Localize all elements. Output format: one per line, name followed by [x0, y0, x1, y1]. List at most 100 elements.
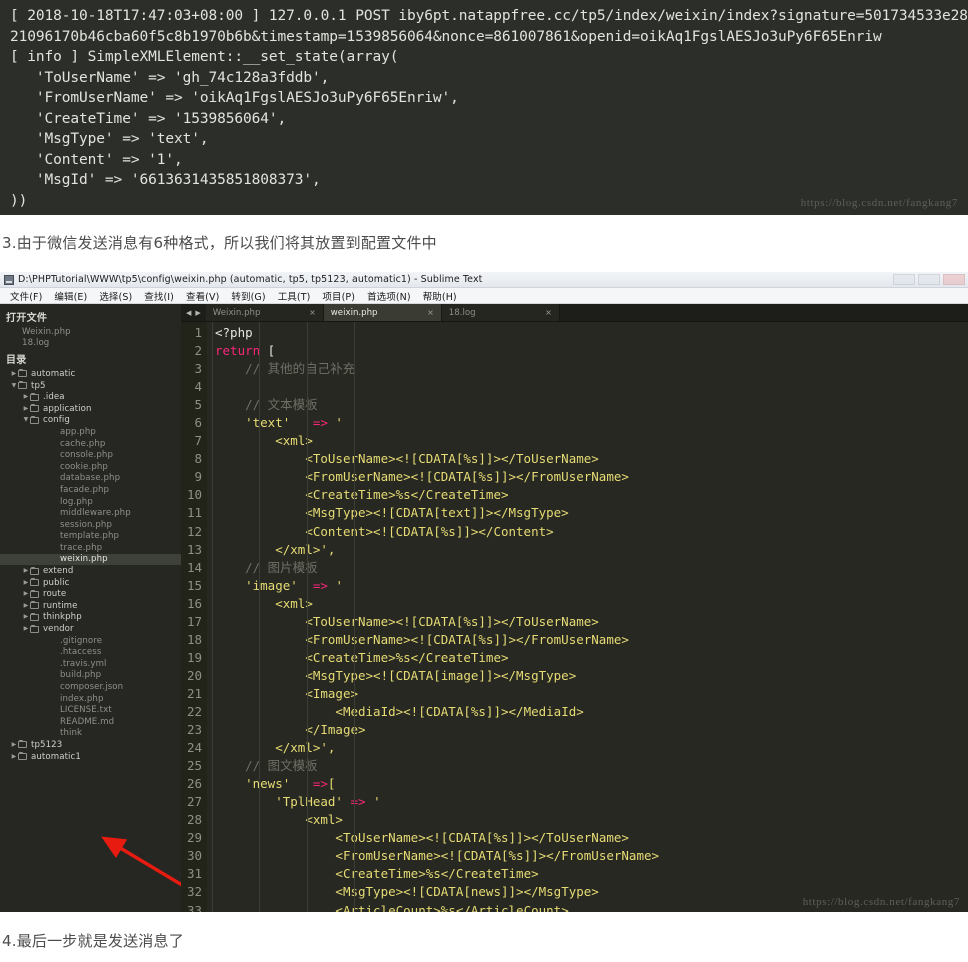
code-line: <CreateTime>%s</CreateTime> — [305, 487, 509, 503]
menu-edit[interactable]: 编辑(E) — [48, 289, 93, 303]
tree-folder[interactable]: ▶ runtime — [0, 600, 181, 612]
chevron-right-icon[interactable]: ▶ — [22, 579, 30, 586]
tree-folder[interactable]: ▶ .idea — [0, 391, 181, 403]
tree-file[interactable]: composer.json — [0, 681, 181, 693]
open-file-item[interactable]: Weixin.php — [0, 326, 181, 338]
tree-file[interactable]: .travis.yml — [0, 658, 181, 670]
tree-folder[interactable]: ▶ route — [0, 588, 181, 600]
console-log-screenshot: [ 2018-10-18T17:47:03+08:00 ] 127.0.0.1 … — [0, 0, 968, 215]
code-line: 'TplHead' => ' — [275, 794, 381, 810]
tree-file[interactable]: README.md — [0, 716, 181, 728]
chevron-right-icon[interactable]: ▶ — [10, 741, 18, 748]
chevron-right-icon[interactable]: ▶ — [22, 591, 30, 597]
tree-file[interactable]: console.php — [0, 449, 181, 461]
tree-folder[interactable]: ▶ vendor — [0, 623, 181, 635]
tree-file[interactable]: .gitignore — [0, 635, 181, 647]
tree-file[interactable]: .htaccess — [0, 646, 181, 658]
chevron-right-icon[interactable]: ▶ — [22, 614, 30, 620]
code-line: </xml>', — [275, 740, 336, 756]
maximize-button[interactable] — [918, 274, 940, 285]
tree-file[interactable]: database.php — [0, 473, 181, 485]
tree-folder[interactable]: ▶ tp5123 — [0, 739, 181, 751]
tree-file[interactable]: template.php — [0, 531, 181, 543]
line-number: 24 — [186, 740, 202, 756]
tree-folder[interactable]: ▶ thinkphp — [0, 612, 181, 624]
tab-close-icon[interactable]: × — [309, 308, 316, 317]
tree-folder[interactable]: ▼ config — [0, 415, 181, 427]
folder-icon — [30, 601, 39, 610]
tab-close-icon[interactable]: × — [427, 308, 434, 317]
tree-folder[interactable]: ▶ application — [0, 403, 181, 415]
menu-view[interactable]: 查看(V) — [180, 289, 225, 303]
tree-folder[interactable]: ▶ automatic — [0, 368, 181, 380]
chevron-down-icon[interactable]: ▼ — [22, 417, 30, 423]
tree-file[interactable]: weixin.php — [0, 553, 181, 566]
chevron-right-icon[interactable]: ▶ — [22, 626, 30, 632]
tree-item-label: facade.php — [60, 484, 110, 495]
code-line: <FromUserName><![CDATA[%s]]></FromUserNa… — [335, 848, 660, 864]
menu-help[interactable]: 帮助(H) — [417, 289, 463, 303]
tree-file[interactable]: LICENSE.txt — [0, 704, 181, 716]
folder-tree[interactable]: ▶ automatic ▼ tp5 ▶ .idea ▶ application ▼ config a… — [0, 368, 181, 762]
tree-file[interactable]: trace.php — [0, 542, 181, 554]
tab-weixin-php-upper[interactable]: Weixin.php × — [205, 304, 324, 321]
tab-18-log[interactable]: 18.log × — [441, 304, 560, 321]
tree-file[interactable]: cookie.php — [0, 461, 181, 473]
tab-weixin-php[interactable]: weixin.php × — [323, 304, 442, 321]
line-number: 22 — [186, 703, 202, 719]
code-content[interactable]: <?php return [ // 其他的自己补充 // 文本模板 'text' … — [207, 322, 968, 912]
tree-file[interactable]: facade.php — [0, 484, 181, 496]
tree-file[interactable]: cache.php — [0, 438, 181, 450]
tree-file[interactable]: session.php — [0, 519, 181, 531]
code-area[interactable]: 1 2 3 4 5 6 7 8 9 10 11 12 13 14 15 16 17 18 19 20 21 22 23 24 2… — [181, 322, 968, 912]
menu-selection[interactable]: 选择(S) — [93, 289, 138, 303]
chevron-right-icon[interactable]: ▶ — [10, 753, 18, 760]
tree-file[interactable]: app.php — [0, 426, 181, 438]
menu-goto[interactable]: 转到(G) — [225, 289, 271, 303]
tab-close-icon[interactable]: × — [545, 308, 552, 317]
chevron-right-icon[interactable]: ▶ — [10, 370, 18, 377]
line-number: 21 — [186, 685, 202, 701]
folder-icon — [30, 578, 39, 587]
indent-guide — [259, 322, 260, 912]
tree-folder[interactable]: ▶ public — [0, 577, 181, 589]
editor-pane[interactable]: ◀ ▶ Weixin.php × weixin.php × 18.log × 1… — [181, 304, 968, 912]
menu-file[interactable]: 文件(F) — [4, 289, 48, 303]
code-line: <MsgType><![CDATA[image]]></MsgType> — [305, 667, 577, 683]
indent-guide — [306, 322, 308, 912]
tree-item-label: thinkphp — [43, 612, 82, 623]
editor-tabbar[interactable]: ◀ ▶ Weixin.php × weixin.php × 18.log × — [181, 304, 968, 322]
menubar[interactable]: 文件(F) 编辑(E) 选择(S) 查找(I) 查看(V) 转到(G) 工具(T… — [0, 288, 968, 304]
chevron-right-icon[interactable]: ▶ — [22, 602, 30, 609]
chevron-right-icon[interactable]: ▶ — [22, 405, 30, 412]
tree-folder[interactable]: ▶ automatic1 — [0, 751, 181, 763]
tree-file[interactable]: build.php — [0, 670, 181, 682]
folder-icon — [30, 566, 39, 575]
chevron-down-icon[interactable]: ▼ — [10, 382, 18, 389]
tab-prev-icon[interactable]: ◀ — [186, 309, 191, 317]
open-file-item[interactable]: 18.log — [0, 338, 181, 350]
chevron-right-icon[interactable]: ▶ — [22, 394, 30, 400]
tree-item-label: config — [43, 415, 70, 426]
tree-folder[interactable]: ▶ extend — [0, 565, 181, 577]
tree-file[interactable]: index.php — [0, 693, 181, 705]
menu-project[interactable]: 项目(P) — [316, 289, 361, 303]
menu-tools[interactable]: 工具(T) — [272, 289, 317, 303]
tree-file[interactable]: middleware.php — [0, 507, 181, 519]
code-line: <xml> — [305, 812, 343, 828]
tree-item-label: trace.php — [60, 542, 103, 553]
tree-file[interactable]: log.php — [0, 496, 181, 508]
window-controls[interactable] — [893, 274, 965, 285]
window-titlebar: D:\PHPTutorial\WWW\tp5\config\weixin.php… — [0, 272, 968, 288]
sidebar-file-tree[interactable]: 打开文件 Weixin.php 18.log 目录 ▶ automatic ▼ tp5… — [0, 304, 181, 912]
minimize-button[interactable] — [893, 274, 915, 285]
tree-file[interactable]: think — [0, 728, 181, 740]
chevron-right-icon[interactable]: ▶ — [22, 568, 30, 574]
tree-folder[interactable]: ▼ tp5 — [0, 380, 181, 392]
menu-find[interactable]: 查找(I) — [138, 289, 180, 303]
close-button[interactable] — [943, 274, 965, 285]
tab-next-icon[interactable]: ▶ — [195, 309, 200, 317]
menu-preferences[interactable]: 首选项(N) — [361, 289, 417, 303]
watermark-csdn-log: https://blog.csdn.net/fangkang7 — [800, 197, 958, 209]
tab-scroll-arrows[interactable]: ◀ ▶ — [181, 304, 206, 321]
